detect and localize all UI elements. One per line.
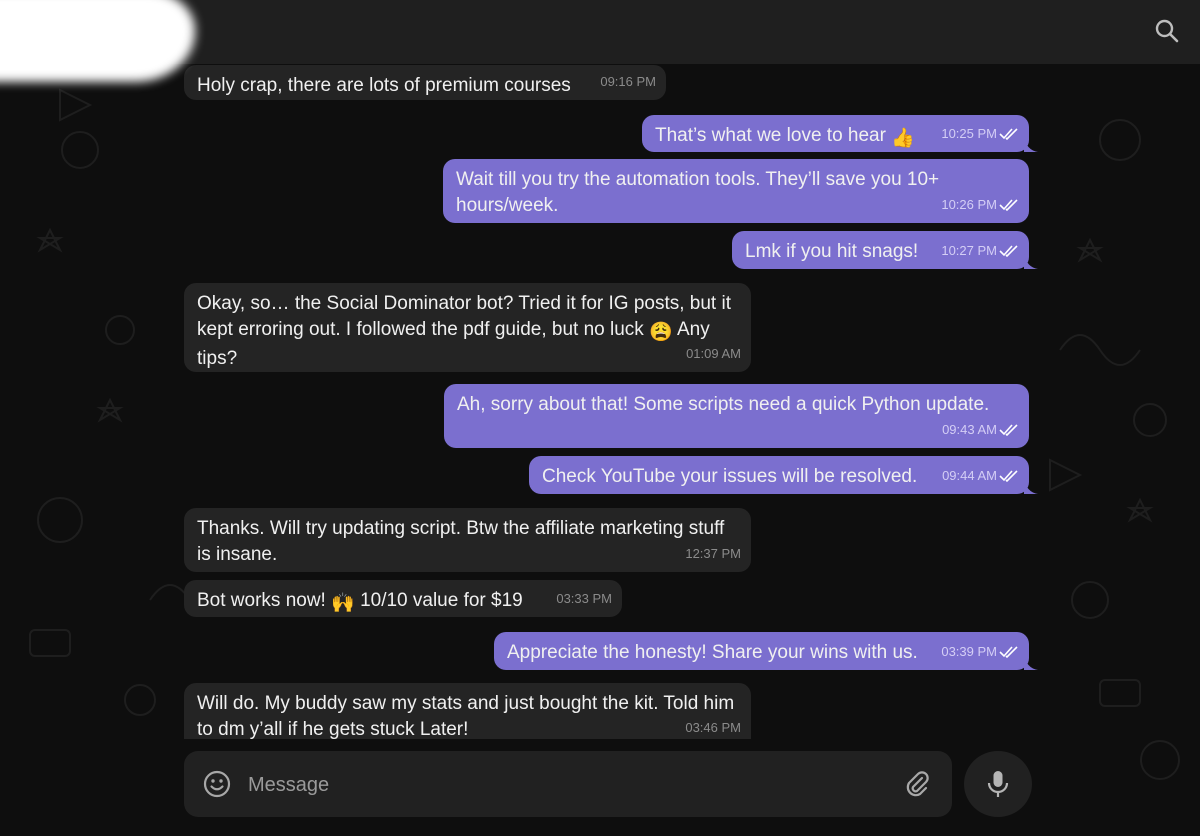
weary-face-emoji: 😩	[649, 322, 673, 343]
double-check-icon	[999, 199, 1018, 211]
bubble-tail	[1024, 654, 1038, 670]
search-button[interactable]	[1150, 14, 1184, 48]
message-time: 09:43 AM	[942, 422, 997, 437]
redacted-contact-name	[0, 0, 195, 82]
message-time: 03:46 PM	[685, 720, 741, 735]
bubble-tail	[1024, 478, 1038, 494]
message-time: 01:09 AM	[686, 346, 741, 361]
message-incoming: Okay, so… the Social Dominator bot? Trie…	[184, 283, 751, 372]
message-outgoing: Check YouTube your issues will be resolv…	[529, 456, 1038, 494]
search-icon	[1155, 19, 1179, 43]
message-time: 12:37 PM	[685, 546, 741, 561]
message-input[interactable]	[246, 767, 870, 803]
bubble-tail	[1024, 253, 1038, 269]
message-text-continued: 10/10 value for $19	[360, 590, 523, 611]
message-outgoing: Lmk if you hit snags! 10:27 PM	[732, 231, 1038, 269]
message-time: 09:44 AM	[942, 468, 997, 483]
double-check-icon	[999, 245, 1018, 257]
message-text: Ah, sorry about that! Some scripts need …	[457, 394, 990, 415]
message-time: 03:33 PM	[556, 591, 612, 606]
message-text: Wait till you try the automation tools. …	[456, 169, 940, 216]
raising-hands-emoji: 🙌	[331, 593, 355, 614]
double-check-icon	[999, 424, 1018, 436]
message-text: Thanks. Will try updating script. Btw th…	[197, 518, 725, 565]
smiley-icon[interactable]	[202, 769, 232, 799]
message-text: Bot works now!	[197, 590, 326, 611]
message-time: 03:39 PM	[941, 644, 997, 659]
message-text: That’s what we love to hear	[655, 125, 886, 146]
message-time: 09:16 PM	[600, 74, 656, 89]
message-list: Holy crap, there are lots of premium cou…	[0, 0, 1200, 836]
message-text: Holy crap, there are lots of premium cou…	[197, 75, 571, 96]
message-outgoing: That’s what we love to hear 👍 10:25 PM	[642, 115, 1038, 152]
message-time: 10:25 PM	[941, 126, 997, 141]
message-incoming: Thanks. Will try updating script. Btw th…	[184, 508, 751, 572]
message-composer	[184, 751, 952, 817]
message-incoming: Holy crap, there are lots of premium cou…	[184, 65, 666, 100]
message-text: Appreciate the honesty! Share your wins …	[507, 642, 918, 663]
message-outgoing: Appreciate the honesty! Share your wins …	[494, 632, 1038, 670]
double-check-icon	[999, 128, 1018, 140]
message-outgoing: Wait till you try the automation tools. …	[443, 159, 1029, 223]
message-incoming: Will do. My buddy saw my stats and just …	[184, 683, 751, 739]
double-check-icon	[999, 646, 1018, 658]
message-text: Will do. My buddy saw my stats and just …	[197, 693, 735, 739]
paperclip-icon[interactable]	[902, 769, 932, 799]
thumbs-up-emoji: 👍	[891, 128, 915, 149]
bubble-tail	[1024, 136, 1038, 152]
microphone-icon	[987, 771, 1009, 797]
message-outgoing: Ah, sorry about that! Some scripts need …	[444, 384, 1029, 448]
message-time: 10:26 PM	[941, 197, 997, 212]
message-incoming: Bot works now! 🙌 10/10 value for $19 03:…	[184, 580, 622, 617]
double-check-icon	[999, 470, 1018, 482]
voice-message-button[interactable]	[964, 751, 1032, 817]
message-time: 10:27 PM	[941, 243, 997, 258]
